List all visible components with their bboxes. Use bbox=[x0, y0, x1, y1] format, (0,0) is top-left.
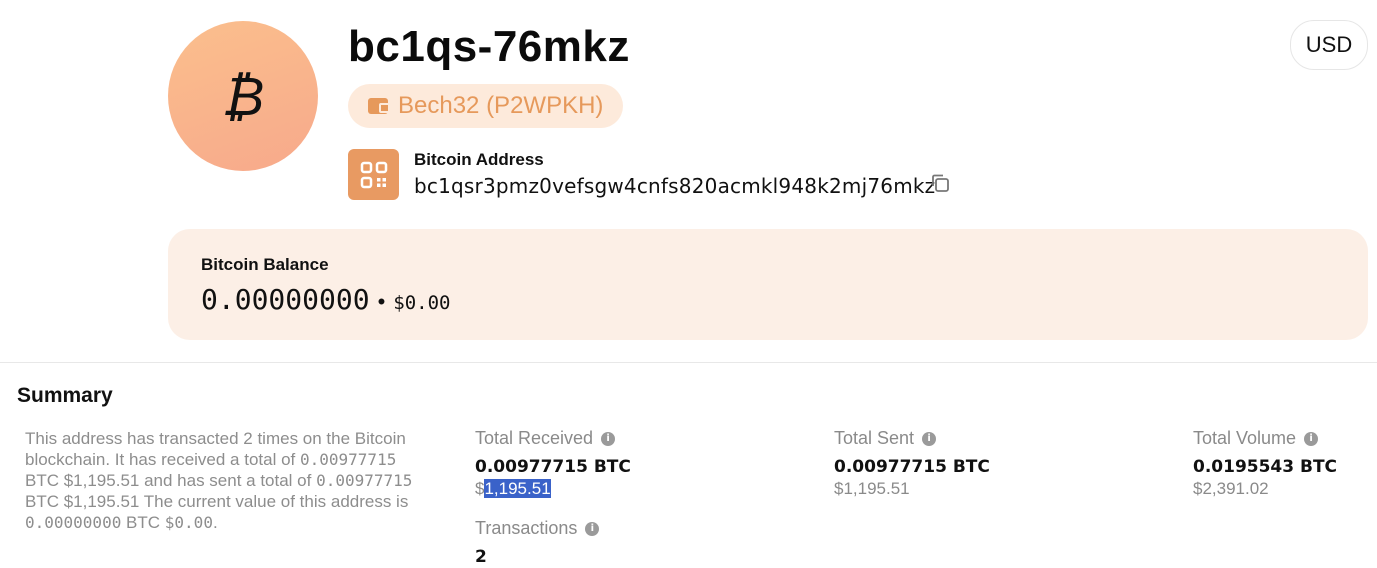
total-sent-usd: $1,195.51 bbox=[834, 479, 910, 498]
address-value: bc1qsr3pmz0vefsgw4cnfs820acmkl948k2mj76m… bbox=[414, 174, 936, 198]
page-title: bc1qs-76mkz bbox=[348, 22, 630, 71]
summary-text-part: BTC $1,195.51 The current value of this … bbox=[25, 492, 409, 511]
bitcoin-symbol: ₿ bbox=[221, 64, 265, 128]
transactions-label-text: Transactions bbox=[475, 518, 578, 538]
summary-text-part: . bbox=[212, 513, 218, 532]
total-volume-label: Total Volume i bbox=[1193, 428, 1319, 449]
summary-description: This address has transacted 2 times on t… bbox=[25, 428, 425, 533]
address-type-badge: Bech32 (P2WPKH) bbox=[348, 84, 624, 128]
qr-code-icon[interactable] bbox=[348, 149, 399, 200]
total-sent-label: Total Sent i bbox=[834, 428, 937, 449]
total-sent-btc: 0.00977715 BTC bbox=[834, 457, 990, 477]
summary-received-btc: 0.00977715 bbox=[300, 450, 397, 469]
info-icon[interactable]: i bbox=[922, 431, 937, 446]
currency-toggle-button[interactable]: USD bbox=[1290, 20, 1368, 70]
total-volume-usd: $2,391.02 bbox=[1193, 479, 1269, 498]
total-volume-label-text: Total Volume bbox=[1193, 428, 1297, 448]
transactions-label: Transactions i bbox=[475, 518, 600, 539]
summary-current-usd: $0.00 bbox=[164, 513, 213, 532]
total-received-usd: $1,195.51 bbox=[475, 479, 551, 499]
total-received-usd-value: 1,195.51 bbox=[484, 479, 551, 498]
transactions-value: 2 bbox=[475, 547, 487, 567]
summary-sent-btc: 0.00977715 bbox=[316, 471, 413, 490]
summary-title: Summary bbox=[17, 384, 113, 407]
copy-icon[interactable] bbox=[930, 173, 950, 193]
total-volume-btc: 0.0195543 BTC bbox=[1193, 457, 1338, 477]
balance-label: Bitcoin Balance bbox=[201, 255, 329, 274]
wallet-icon bbox=[368, 98, 390, 114]
summary-current-btc: 0.00000000 bbox=[25, 513, 122, 532]
address-type-label: Bech32 (P2WPKH) bbox=[398, 92, 604, 119]
info-icon[interactable]: i bbox=[1304, 431, 1319, 446]
total-sent-label-text: Total Sent bbox=[834, 428, 915, 448]
total-received-btc: 0.00977715 BTC bbox=[475, 457, 631, 477]
bitcoin-avatar-icon: ₿ bbox=[168, 21, 318, 171]
info-icon[interactable]: i bbox=[585, 521, 600, 536]
balance-usd: $0.00 bbox=[393, 292, 451, 314]
summary-text-part: BTC $1,195.51 and has sent a total of bbox=[25, 471, 317, 490]
balance-separator: • bbox=[377, 289, 386, 314]
address-label: Bitcoin Address bbox=[414, 150, 544, 169]
balance-btc: 0.00000000 bbox=[201, 283, 370, 316]
balance-card: Bitcoin Balance 0.00000000 • $0.00 bbox=[168, 229, 1368, 340]
total-received-label: Total Received i bbox=[475, 428, 616, 449]
section-divider bbox=[0, 362, 1377, 363]
total-received-label-text: Total Received bbox=[475, 428, 594, 448]
summary-text-part: BTC bbox=[121, 513, 165, 532]
info-icon[interactable]: i bbox=[601, 431, 616, 446]
balance-value: 0.00000000 • $0.00 bbox=[201, 283, 450, 316]
